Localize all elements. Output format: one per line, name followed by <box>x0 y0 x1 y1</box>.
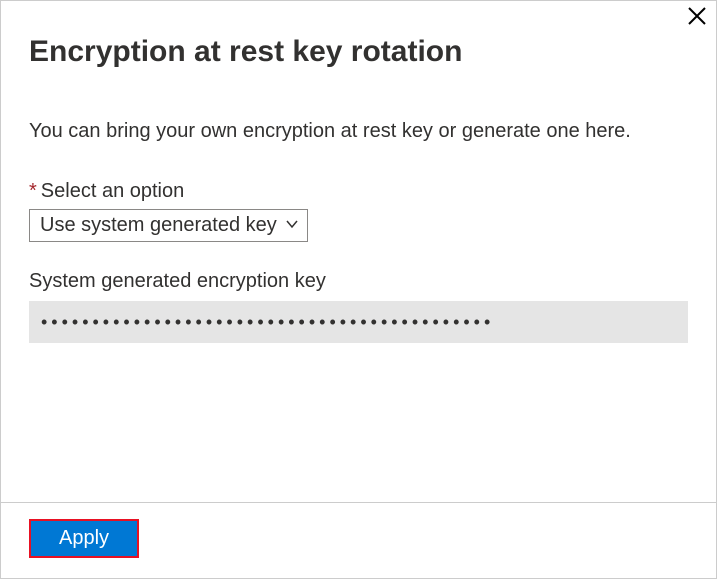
required-star-icon: * <box>29 180 37 202</box>
panel-content: Encryption at rest key rotation You can … <box>1 1 716 502</box>
description-text: You can bring your own encryption at res… <box>29 117 688 146</box>
key-label: System generated encryption key <box>29 270 688 293</box>
key-rotation-panel: Encryption at rest key rotation You can … <box>0 0 717 579</box>
apply-button[interactable]: Apply <box>29 519 139 558</box>
panel-footer: Apply <box>1 502 716 578</box>
option-label-text: Select an option <box>41 180 184 202</box>
close-icon[interactable] <box>688 7 706 29</box>
option-select[interactable]: Use system generated key <box>29 209 308 242</box>
option-selected-value: Use system generated key <box>40 214 277 237</box>
chevron-down-icon <box>285 214 299 237</box>
encryption-key-field <box>29 301 688 343</box>
option-label: *Select an option <box>29 180 688 203</box>
page-title: Encryption at rest key rotation <box>29 35 688 69</box>
